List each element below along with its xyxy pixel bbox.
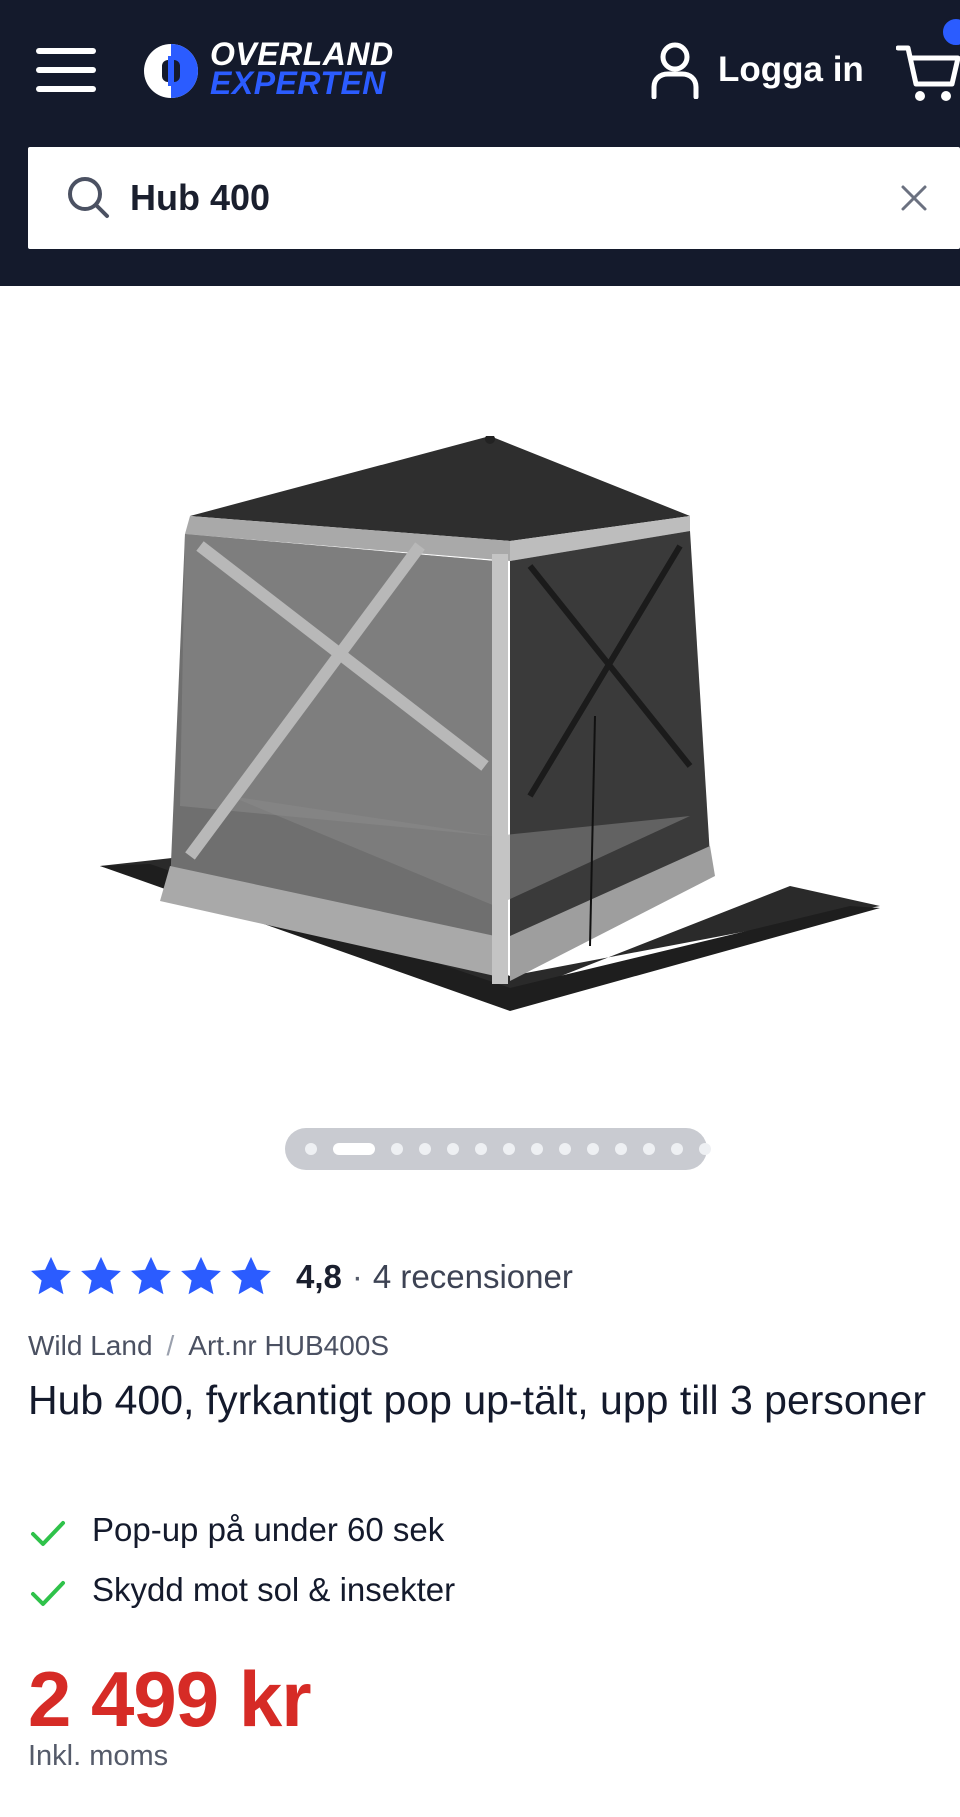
product-price: 2 499 kr: [28, 1655, 312, 1743]
star-icon: [181, 1256, 221, 1295]
gallery-dot[interactable]: [475, 1143, 487, 1155]
product-title: Hub 400, fyrkantigt pop up-tält, upp til…: [28, 1377, 926, 1423]
close-icon[interactable]: [898, 182, 930, 214]
brand-link[interactable]: Wild Land: [28, 1330, 153, 1361]
gallery-pagination[interactable]: [285, 1128, 711, 1170]
gallery-dot[interactable]: [559, 1143, 571, 1155]
star-icon: [131, 1256, 171, 1295]
shopping-cart-icon[interactable]: [896, 40, 960, 104]
rating-separator: ·: [351, 1258, 363, 1295]
rating-score: 4,8: [296, 1258, 342, 1295]
gallery-dot[interactable]: [587, 1143, 599, 1155]
feature-list: Pop-up på under 60 sek Skydd mot sol & i…: [28, 1500, 455, 1620]
meta-separator: /: [166, 1330, 175, 1361]
magnifier-icon: [68, 177, 109, 218]
gallery-dot[interactable]: [419, 1143, 431, 1155]
feature-item: Pop-up på under 60 sek: [28, 1500, 455, 1560]
user-icon: [651, 42, 699, 99]
feature-text: Pop-up på under 60 sek: [92, 1511, 445, 1548]
search-bar[interactable]: Hub 400: [28, 147, 960, 249]
logo-wordmark: OVERLAND EXPERTEN: [210, 38, 394, 101]
product-image-gallery[interactable]: [0, 286, 960, 1106]
feature-item: Skydd mot sol & insekter: [28, 1560, 455, 1620]
gallery-dot[interactable]: [391, 1143, 403, 1155]
gallery-dot[interactable]: [503, 1143, 515, 1155]
logo-mark-icon: [144, 44, 198, 98]
hamburger-menu-icon[interactable]: [36, 46, 98, 94]
product-image-tent: [100, 436, 880, 1011]
gallery-dot[interactable]: [615, 1143, 627, 1155]
star-icon: [31, 1256, 71, 1295]
logo-line-2: EXPERTEN: [210, 65, 386, 101]
site-header: OVERLAND EXPERTEN Logga in Hub 400: [0, 0, 960, 286]
login-button[interactable]: Logga in: [650, 40, 864, 100]
reviews-link[interactable]: 4 recensioner: [373, 1258, 573, 1296]
gallery-dot[interactable]: [699, 1143, 711, 1155]
gallery-dot[interactable]: [643, 1143, 655, 1155]
feature-text: Skydd mot sol & insekter: [92, 1571, 456, 1608]
checkmark-icon: [31, 1581, 65, 1606]
article-number: Art.nr HUB400S: [188, 1330, 390, 1361]
gallery-dot[interactable]: [447, 1143, 459, 1155]
vat-note: Inkl. moms: [28, 1740, 169, 1772]
gallery-dot[interactable]: [671, 1143, 683, 1155]
rating-summary[interactable]: 4,8 · 4 recensioner: [28, 1252, 573, 1302]
gallery-dot[interactable]: [531, 1143, 543, 1155]
search-input[interactable]: Hub 400: [130, 147, 270, 249]
star-icon: [81, 1256, 121, 1295]
checkmark-icon: [31, 1521, 65, 1546]
product-meta: Wild Land / Art.nr HUB400S: [28, 1330, 389, 1362]
gallery-dot[interactable]: [305, 1143, 317, 1155]
gallery-dot[interactable]: [333, 1143, 375, 1155]
star-icon: [231, 1256, 271, 1295]
site-logo[interactable]: OVERLAND EXPERTEN: [142, 38, 462, 102]
login-label: Logga in: [718, 50, 864, 89]
rating-stars: [28, 1254, 278, 1300]
